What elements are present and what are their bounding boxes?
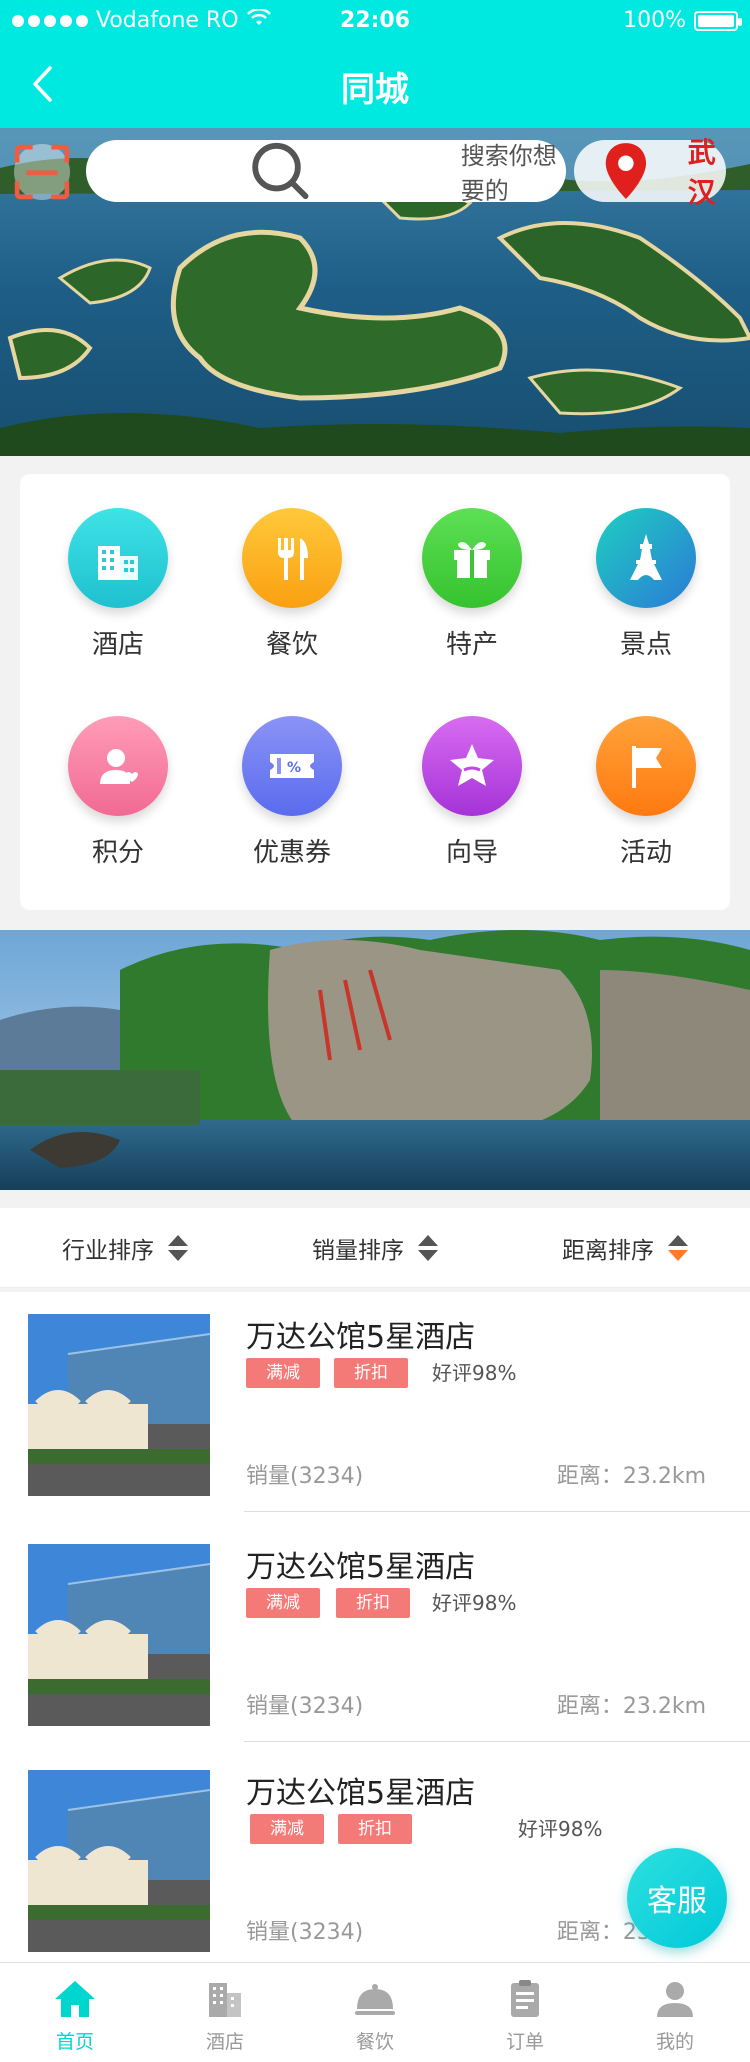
- sales-count: 销量(3234): [246, 1694, 364, 1719]
- search-placeholder: 搜索你想要的: [460, 142, 557, 205]
- scan-icon: [14, 144, 70, 200]
- tab-label: 酒店: [205, 2031, 244, 2053]
- tag-badge: 折扣: [338, 1814, 412, 1844]
- category-guide[interactable]: 向导: [402, 716, 542, 896]
- flag-icon: [596, 716, 696, 816]
- cliff-scenery-image: [0, 930, 750, 1190]
- hotel-thumbnail: [28, 1314, 210, 1496]
- cloche-icon: [353, 1977, 397, 2021]
- category-label: 餐饮: [265, 630, 318, 660]
- scan-button[interactable]: [14, 144, 70, 200]
- hotel-list: 万达公馆5星酒店 满减 折扣 好评98% 销量(3234) 距离：23.2km …: [0, 1292, 750, 1962]
- tower-icon: [596, 508, 696, 608]
- sort-industry-label: 行业排序: [62, 1237, 154, 1264]
- category-dining[interactable]: 餐饮: [222, 508, 362, 688]
- list-item[interactable]: 万达公馆5星酒店 满减 折扣 好评98% 销量(3234) 距离：23.2km: [0, 1292, 750, 1512]
- category-points[interactable]: 积分: [48, 716, 188, 896]
- tab-dining[interactable]: 餐饮: [300, 1963, 450, 2062]
- tag-badge: 满减: [246, 1588, 320, 1618]
- sort-distance-label: 距离排序: [562, 1237, 654, 1264]
- category-label: 特产: [445, 630, 498, 660]
- rating-text: 好评98%: [518, 1817, 603, 1841]
- distance-text: 距离：23.2km: [556, 1464, 706, 1489]
- svg-text:%: %: [287, 760, 301, 776]
- search-icon: [252, 142, 309, 200]
- sort-industry[interactable]: 行业排序: [0, 1231, 250, 1265]
- hotel-thumbnail: [28, 1544, 210, 1726]
- tab-label: 我的: [655, 2031, 694, 2053]
- category-label: 积分: [91, 838, 144, 868]
- sort-bar: 行业排序 销量排序 距离排序: [0, 1208, 750, 1288]
- rating-text: 好评98%: [432, 1361, 517, 1385]
- user-icon: [653, 1977, 697, 2021]
- sort-arrows-icon: [418, 1234, 438, 1261]
- promo-banner[interactable]: [0, 930, 750, 1190]
- coupon-icon: %: [242, 716, 342, 816]
- clipboard-icon: [503, 1977, 547, 2021]
- sort-sales[interactable]: 销量排序: [250, 1231, 500, 1265]
- divider: [244, 1741, 750, 1742]
- tag-badge: 折扣: [334, 1358, 408, 1388]
- battery-icon: [694, 10, 742, 31]
- tab-label: 订单: [505, 2031, 544, 2053]
- nav-bar: 同城: [0, 40, 750, 128]
- tab-home[interactable]: 首页: [0, 1963, 150, 2062]
- category-sights[interactable]: 景点: [576, 508, 716, 688]
- status-bar: Vodafone RO 22:06 100%: [0, 0, 750, 40]
- dining-icon: [242, 508, 342, 608]
- hotel-name: 万达公馆5星酒店: [246, 1776, 476, 1811]
- battery-percent: 100%: [623, 8, 686, 33]
- category-label: 向导: [445, 838, 498, 868]
- category-activity[interactable]: 活动: [576, 716, 716, 896]
- distance-text: 距离：23.2km: [556, 1694, 706, 1719]
- category-label: 优惠券: [252, 838, 331, 868]
- category-label: 活动: [619, 838, 672, 868]
- category-grid: 酒店 餐饮 特产 景点 积分 % 优惠券 向导 活动: [20, 474, 730, 910]
- tab-bar: 首页 酒店 餐饮 订单 我的: [0, 1962, 750, 2062]
- tag-badge: 满减: [246, 1358, 320, 1388]
- hotel-name: 万达公馆5星酒店: [246, 1320, 476, 1355]
- sort-distance[interactable]: 距离排序: [500, 1231, 750, 1265]
- sales-count: 销量(3234): [246, 1464, 364, 1489]
- hotel-icon: [68, 508, 168, 608]
- home-icon: [53, 1977, 97, 2021]
- city-name: 武汉: [687, 136, 716, 209]
- sort-sales-label: 销量排序: [312, 1237, 404, 1264]
- building-icon: [203, 1977, 247, 2021]
- hero-banner[interactable]: 搜索你想要的 武汉: [0, 128, 750, 456]
- category-label: 景点: [619, 630, 672, 660]
- category-hotel[interactable]: 酒店: [48, 508, 188, 688]
- category-label: 酒店: [91, 630, 144, 660]
- gift-icon: [422, 508, 522, 608]
- sort-arrows-icon: [668, 1234, 688, 1261]
- rating-text: 好评98%: [432, 1591, 517, 1615]
- city-selector[interactable]: 武汉: [574, 136, 726, 209]
- tag-badge: 满减: [250, 1814, 324, 1844]
- points-icon: [68, 716, 168, 816]
- list-item[interactable]: 万达公馆5星酒店 满减 折扣 好评98% 销量(3234) 距离：23.2km: [0, 1522, 750, 1742]
- hotel-name: 万达公馆5星酒店: [246, 1550, 476, 1585]
- customer-service-button[interactable]: 客服: [627, 1848, 727, 1948]
- tab-hotel[interactable]: 酒店: [150, 1963, 300, 2062]
- sales-count: 销量(3234): [246, 1920, 364, 1945]
- divider: [244, 1511, 750, 1512]
- search-input[interactable]: 搜索你想要的: [86, 140, 566, 205]
- guide-star-icon: [422, 716, 522, 816]
- category-coupon[interactable]: % 优惠券: [222, 716, 362, 896]
- sort-arrows-icon: [168, 1234, 188, 1261]
- tab-label: 餐饮: [355, 2031, 394, 2053]
- tab-orders[interactable]: 订单: [450, 1963, 600, 2062]
- tab-mine[interactable]: 我的: [600, 1963, 750, 2062]
- location-pin-icon: [605, 143, 647, 199]
- page-title: 同城: [341, 70, 409, 110]
- tab-label: 首页: [55, 2031, 94, 2053]
- hotel-thumbnail: [28, 1770, 210, 1952]
- tag-badge: 折扣: [336, 1588, 410, 1618]
- status-right: 100%: [623, 8, 742, 33]
- category-specialty[interactable]: 特产: [402, 508, 542, 688]
